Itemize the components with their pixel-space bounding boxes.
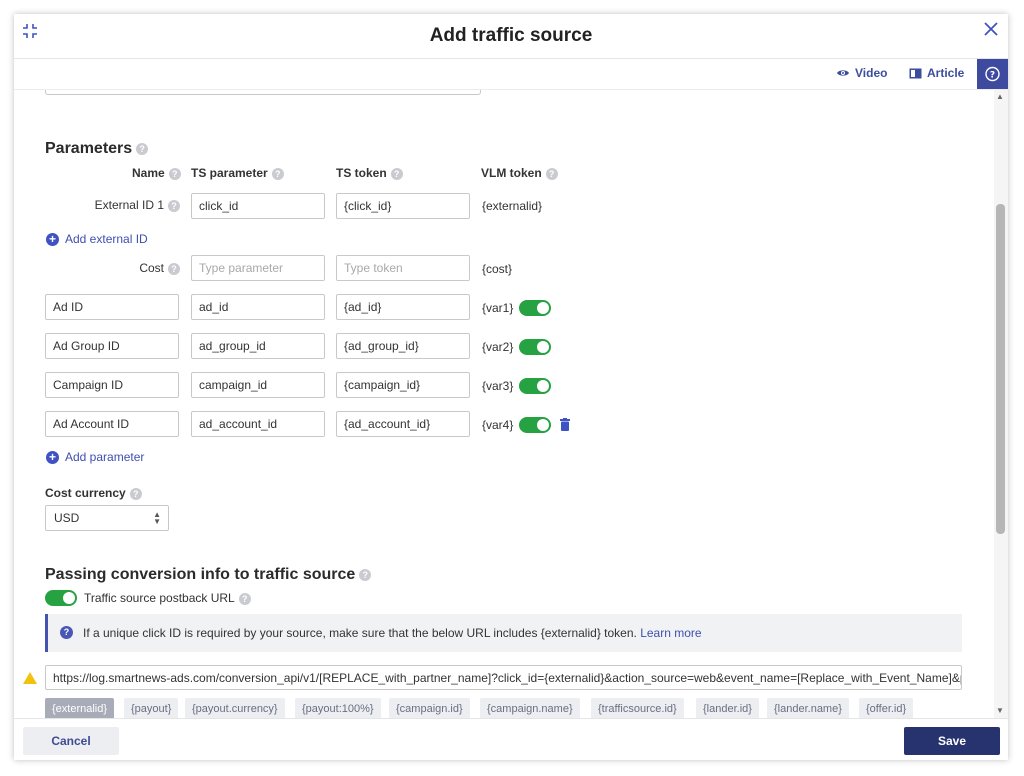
param-name-input[interactable]: Ad Account ID: [45, 411, 179, 437]
param-vlm-token: {var1}: [482, 301, 514, 315]
param-ts-token-input[interactable]: {ad_id}: [336, 294, 470, 320]
modal-content: Parameters? Name? TS parameter? TS token…: [14, 90, 993, 718]
add-parameter-button[interactable]: + Add parameter: [46, 450, 144, 464]
modal-subheader: Video Article ?: [14, 59, 1008, 90]
column-ts-parameter: TS parameter?: [191, 166, 284, 180]
external-id-label: External ID 1?: [54, 198, 180, 212]
previous-field[interactable]: [45, 90, 481, 95]
svg-text:?: ?: [990, 71, 995, 81]
token-chip[interactable]: {trafficsource.id}: [591, 698, 684, 718]
external-vlm-token: {externalid}: [482, 199, 543, 213]
token-chip[interactable]: {payout:100%}: [295, 698, 381, 718]
param-enable-toggle[interactable]: [519, 339, 551, 355]
token-chip[interactable]: {offer.id}: [859, 698, 914, 718]
conversion-section-title: Passing conversion info to traffic sourc…: [45, 566, 372, 584]
close-icon[interactable]: [984, 22, 998, 36]
param-enable-toggle[interactable]: [519, 378, 551, 394]
add-traffic-source-modal: Add traffic source Video Article ? Param…: [14, 14, 1008, 760]
column-ts-token: TS token?: [336, 166, 403, 180]
question-circle-icon: ?: [985, 66, 1000, 82]
param-name-input[interactable]: Ad ID: [45, 294, 179, 320]
param-ts-parameter-input[interactable]: ad_id: [191, 294, 325, 320]
token-chip[interactable]: {payout}: [124, 698, 179, 718]
param-ts-parameter-input[interactable]: ad_group_id: [191, 333, 325, 359]
param-vlm-token: {var2}: [482, 340, 514, 354]
video-label: Video: [855, 66, 888, 80]
warning-icon: [23, 672, 37, 684]
param-ts-token-input[interactable]: {campaign_id}: [336, 372, 470, 398]
help-icon[interactable]: ?: [168, 199, 180, 212]
param-ts-token-input[interactable]: {ad_account_id}: [336, 411, 470, 437]
scroll-up-arrow-icon[interactable]: ▲: [996, 92, 1004, 101]
help-icon[interactable]: ?: [136, 142, 149, 155]
add-external-id-label: Add external ID: [65, 232, 148, 246]
column-vlm-token: VLM token?: [481, 166, 558, 180]
cost-currency-label: Cost currency?: [45, 486, 142, 500]
plus-circle-icon: +: [46, 450, 59, 464]
help-icon[interactable]: ?: [129, 487, 142, 500]
cost-currency-select[interactable]: USD ▲ ▼: [45, 505, 169, 531]
help-icon[interactable]: ?: [390, 167, 403, 180]
scrollbar-thumb[interactable]: [996, 204, 1005, 534]
learn-more-link[interactable]: Learn more: [640, 626, 701, 640]
postback-url-input[interactable]: https://log.smartnews-ads.com/conversion…: [45, 665, 962, 690]
info-banner: ? If a unique click ID is required by yo…: [45, 614, 962, 652]
info-text: If a unique click ID is required by your…: [83, 626, 637, 640]
article-icon: [909, 68, 922, 78]
cost-ts-token-input[interactable]: Type token: [336, 255, 470, 281]
help-icon[interactable]: ?: [271, 167, 284, 180]
save-button[interactable]: Save: [904, 727, 1000, 755]
token-chip[interactable]: {payout.currency}: [185, 698, 285, 718]
article-label: Article: [927, 66, 965, 80]
modal-title: Add traffic source: [429, 25, 593, 46]
token-chip[interactable]: {campaign.name}: [480, 698, 580, 718]
param-ts-parameter-input[interactable]: campaign_id: [191, 372, 325, 398]
help-icon[interactable]: ?: [359, 568, 372, 581]
article-link[interactable]: Article: [909, 66, 964, 80]
token-chip[interactable]: {lander.name}: [767, 698, 849, 718]
cost-vlm-token: {cost}: [482, 262, 513, 276]
help-icon[interactable]: ?: [238, 592, 251, 605]
param-enable-toggle[interactable]: [519, 300, 551, 316]
sort-arrows-icon: ▲ ▼: [153, 510, 161, 526]
add-external-id-button[interactable]: + Add external ID: [46, 232, 148, 246]
param-name-input[interactable]: Ad Group ID: [45, 333, 179, 359]
parameters-section-title: Parameters?: [45, 140, 149, 158]
postback-url-label: Traffic source postback URL?: [84, 591, 251, 605]
token-chip[interactable]: {lander.id}: [696, 698, 759, 718]
token-chip[interactable]: {campaign.id}: [389, 698, 470, 718]
param-vlm-token: {var3}: [482, 379, 514, 393]
eye-icon: [837, 70, 849, 76]
question-circle-icon: ?: [60, 626, 73, 639]
help-icon[interactable]: ?: [545, 167, 558, 180]
help-icon[interactable]: ?: [168, 262, 180, 275]
external-ts-parameter-input[interactable]: click_id: [191, 193, 325, 219]
external-ts-token-input[interactable]: {click_id}: [336, 193, 470, 219]
video-link[interactable]: Video: [836, 66, 887, 80]
scroll-down-arrow-icon[interactable]: ▼: [996, 706, 1004, 715]
param-ts-token-input[interactable]: {ad_group_id}: [336, 333, 470, 359]
cost-currency-value: USD: [54, 511, 80, 525]
token-chip[interactable]: {externalid}: [45, 698, 115, 718]
param-name-input[interactable]: Campaign ID: [45, 372, 179, 398]
plus-circle-icon: +: [46, 232, 59, 246]
trash-icon[interactable]: [560, 418, 570, 431]
column-name: Name?: [132, 166, 181, 180]
help-icon[interactable]: ?: [168, 167, 181, 180]
add-parameter-label: Add parameter: [65, 450, 145, 464]
param-ts-parameter-input[interactable]: ad_account_id: [191, 411, 325, 437]
param-vlm-token: {var4}: [482, 418, 514, 432]
cost-ts-parameter-input[interactable]: Type parameter: [191, 255, 325, 281]
cancel-button[interactable]: Cancel: [23, 727, 119, 755]
cost-label: Cost?: [74, 261, 180, 275]
param-enable-toggle[interactable]: [519, 417, 551, 433]
modal-footer: Cancel Save: [14, 718, 1008, 760]
modal-header: Add traffic source: [14, 14, 1008, 59]
help-button[interactable]: ?: [977, 59, 1008, 89]
postback-url-toggle[interactable]: [45, 590, 77, 606]
